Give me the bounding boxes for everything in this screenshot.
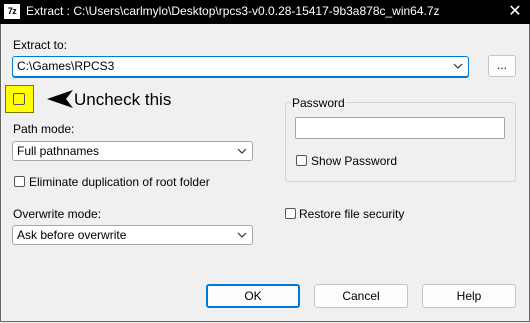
- restore-security-label[interactable]: Restore file security: [299, 207, 404, 221]
- path-mode-label: Path mode:: [13, 122, 75, 136]
- overwrite-mode-label: Overwrite mode:: [13, 207, 102, 221]
- extract-to-label: Extract to:: [13, 38, 68, 52]
- extract-to-combobox[interactable]: C:\Games\RPCS3: [12, 56, 469, 77]
- chevron-down-icon[interactable]: [236, 228, 248, 242]
- chevron-down-icon[interactable]: [236, 144, 248, 158]
- chevron-down-icon[interactable]: [452, 59, 464, 73]
- close-icon[interactable]: ✕: [506, 2, 524, 22]
- password-group-label: Password: [291, 96, 346, 110]
- show-password-label[interactable]: Show Password: [311, 154, 397, 168]
- highlighted-checkbox-box[interactable]: [13, 93, 25, 105]
- window-title: Extract : C:\Users\carlmylo\Desktop\rpcs…: [26, 4, 440, 18]
- path-mode-value: Full pathnames: [17, 144, 100, 158]
- show-password-checkbox[interactable]: [296, 155, 307, 166]
- browse-button[interactable]: ...: [488, 55, 516, 77]
- extract-to-value[interactable]: C:\Games\RPCS3: [17, 59, 114, 73]
- overwrite-mode-select[interactable]: Ask before overwrite: [12, 225, 253, 245]
- highlighted-checkbox[interactable]: [5, 85, 34, 113]
- title-bar: 7z Extract : C:\Users\carlmylo\Desktop\r…: [0, 0, 530, 24]
- eliminate-duplication-checkbox[interactable]: [14, 176, 25, 187]
- password-group: [285, 102, 516, 182]
- restore-security-checkbox[interactable]: [285, 208, 296, 219]
- ok-button[interactable]: OK: [206, 284, 300, 308]
- help-button[interactable]: Help: [422, 284, 516, 308]
- annotation-text: Uncheck this: [74, 90, 172, 109]
- arrow-left-icon: [47, 90, 73, 108]
- 7zip-app-icon: 7z: [4, 4, 20, 19]
- eliminate-duplication-label[interactable]: Eliminate duplication of root folder: [29, 175, 210, 189]
- path-mode-select[interactable]: Full pathnames: [12, 141, 253, 161]
- overwrite-mode-value: Ask before overwrite: [17, 228, 127, 242]
- password-input[interactable]: [295, 117, 505, 139]
- cancel-button[interactable]: Cancel: [314, 284, 408, 308]
